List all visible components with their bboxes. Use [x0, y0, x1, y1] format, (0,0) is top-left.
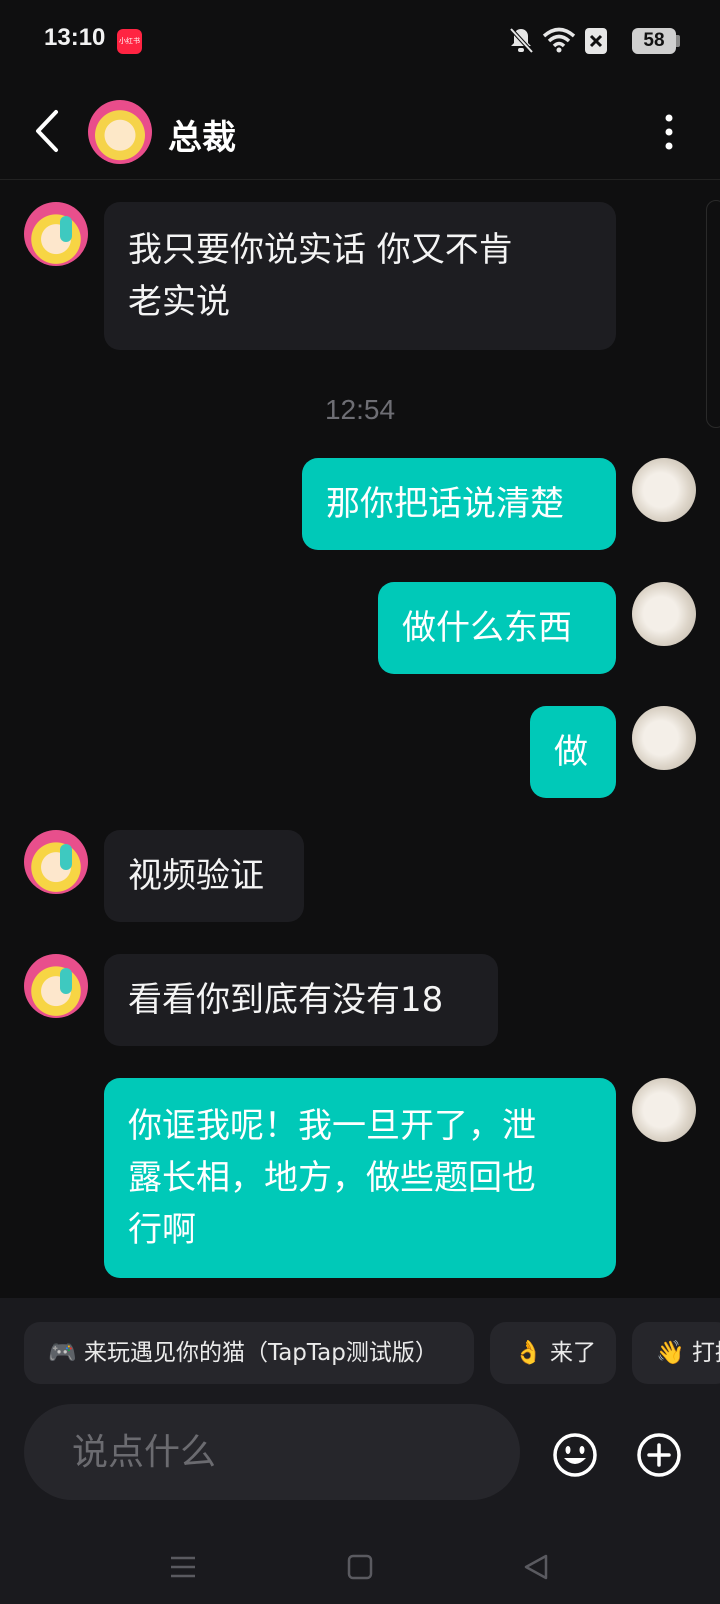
message-input[interactable]	[72, 1404, 492, 1500]
status-bar: 13:10 小红书 58	[0, 0, 720, 84]
contact-name[interactable]: 总裁	[168, 110, 236, 159]
quick-reply-chip[interactable]: 👌 来了	[490, 1322, 616, 1384]
wifi-icon	[542, 27, 576, 53]
incoming-message-bubble[interactable]: 看看你到底有没有18	[104, 954, 498, 1046]
my-avatar[interactable]	[632, 458, 696, 522]
wave-icon: 👋	[656, 1340, 685, 1366]
menu-icon[interactable]	[168, 1552, 198, 1582]
my-avatar[interactable]	[632, 706, 696, 770]
battery-icon: 58	[632, 28, 676, 54]
contact-avatar[interactable]	[24, 954, 88, 1018]
contact-avatar[interactable]	[24, 202, 88, 266]
gamepad-icon: 🎮	[48, 1340, 77, 1366]
ok-hand-icon: 👌	[514, 1340, 543, 1366]
outgoing-message-bubble[interactable]: 做什么东西	[378, 582, 616, 674]
quick-reply-label: 来玩遇见你的猫（TapTap测试版）	[83, 1340, 438, 1366]
system-nav-bar	[0, 1526, 720, 1604]
contact-avatar[interactable]	[88, 100, 152, 164]
my-avatar[interactable]	[632, 582, 696, 646]
battery-tip	[676, 35, 680, 47]
quick-reply-label: 打招呼	[691, 1340, 720, 1366]
back-icon[interactable]	[26, 106, 70, 156]
incoming-message-bubble[interactable]: 视频验证	[104, 830, 304, 922]
outgoing-message-bubble[interactable]: 做	[530, 706, 616, 798]
emoji-icon[interactable]	[552, 1432, 598, 1478]
home-square-icon[interactable]	[345, 1552, 375, 1582]
message-list[interactable]: 我只要你说实话 你又不肯 老实说 12:54 那你把话说清楚 做什么东西 做 视…	[0, 180, 720, 1298]
my-avatar[interactable]	[632, 1078, 696, 1142]
plus-circle-icon[interactable]	[636, 1432, 682, 1478]
contact-avatar[interactable]	[24, 830, 88, 894]
message-timestamp: 12:54	[324, 394, 396, 425]
message-input-box[interactable]	[24, 1404, 520, 1500]
composer-panel: 🎮 来玩遇见你的猫（TapTap测试版） 👌 来了 👋 打招呼	[0, 1298, 720, 1604]
close-box-icon	[585, 28, 607, 54]
app-notification-badge: 小红书	[117, 29, 142, 54]
outgoing-message-bubble[interactable]: 你诓我呢！我一旦开了，泄 露长相，地方，做些题回也 行啊	[104, 1078, 616, 1278]
incoming-message-bubble[interactable]: 我只要你说实话 你又不肯 老实说	[104, 202, 616, 350]
status-time: 13:10	[44, 24, 106, 51]
back-triangle-icon[interactable]	[522, 1552, 552, 1582]
outgoing-message-bubble[interactable]: 那你把话说清楚	[302, 458, 616, 550]
chat-header: 总裁	[0, 84, 720, 180]
quick-reply-chip[interactable]: 🎮 来玩遇见你的猫（TapTap测试版）	[24, 1322, 474, 1384]
quick-reply-chip[interactable]: 👋 打招呼	[632, 1322, 720, 1384]
bell-off-icon	[509, 27, 534, 54]
quick-reply-label: 来了	[549, 1340, 596, 1366]
more-vertical-icon[interactable]	[654, 110, 684, 154]
